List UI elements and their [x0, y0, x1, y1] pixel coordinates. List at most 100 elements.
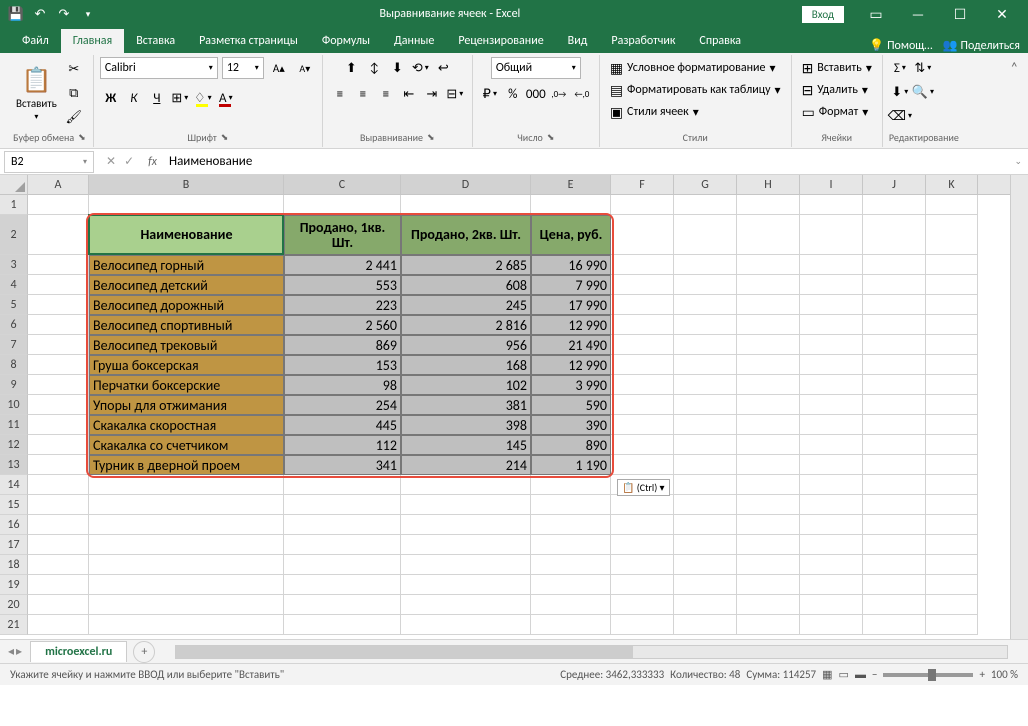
cell[interactable]	[28, 595, 89, 615]
cell[interactable]	[863, 395, 926, 415]
paste-options-button[interactable]: 📋 (Ctrl) ▾	[617, 479, 670, 496]
cell[interactable]	[611, 495, 674, 515]
share-button[interactable]: 👥 Поделиться	[943, 38, 1020, 53]
cell[interactable]: Цена, руб.	[531, 215, 611, 255]
cell[interactable]	[611, 255, 674, 275]
row-header[interactable]: 15	[0, 495, 28, 515]
font-expand-icon[interactable]: ⬊	[221, 132, 229, 143]
clear-icon[interactable]: ⌫	[889, 105, 911, 127]
cell[interactable]	[674, 415, 737, 435]
cell[interactable]	[800, 395, 863, 415]
cell[interactable]	[863, 555, 926, 575]
row-header[interactable]: 10	[0, 395, 28, 415]
cell[interactable]	[737, 195, 800, 215]
number-expand-icon[interactable]: ⬊	[547, 132, 555, 143]
cell[interactable]	[737, 295, 800, 315]
row-header[interactable]: 17	[0, 535, 28, 555]
cell[interactable]	[531, 495, 611, 515]
row-header[interactable]: 5	[0, 295, 28, 315]
cell[interactable]	[800, 615, 863, 635]
cell[interactable]	[737, 415, 800, 435]
cell[interactable]: Продано, 1кв. Шт.	[284, 215, 401, 255]
currency-icon[interactable]: ₽	[479, 83, 501, 105]
col-header[interactable]: F	[611, 175, 674, 194]
cell[interactable]	[863, 255, 926, 275]
row-header[interactable]: 13	[0, 455, 28, 475]
cell[interactable]: 12 990	[531, 315, 611, 335]
tab-help[interactable]: Справка	[687, 29, 753, 53]
cell[interactable]	[800, 535, 863, 555]
cell[interactable]: 145	[401, 435, 531, 455]
copy-icon[interactable]: ⧉	[63, 83, 85, 105]
cell[interactable]: Скакалка скоростная	[89, 415, 284, 435]
cell[interactable]	[28, 515, 89, 535]
align-right-icon[interactable]: ≡	[375, 83, 397, 105]
row-header[interactable]: 4	[0, 275, 28, 295]
cell[interactable]	[674, 395, 737, 415]
cell[interactable]	[863, 515, 926, 535]
cell[interactable]: 608	[401, 275, 531, 295]
cell[interactable]	[611, 355, 674, 375]
tab-layout[interactable]: Разметка страницы	[187, 29, 310, 53]
cell[interactable]	[401, 615, 531, 635]
delete-cells-button[interactable]: ⊟Удалить ▾	[798, 79, 872, 101]
cell[interactable]	[611, 415, 674, 435]
cell[interactable]	[611, 515, 674, 535]
cell[interactable]	[926, 315, 978, 335]
cell[interactable]: 2 816	[401, 315, 531, 335]
cell[interactable]: 341	[284, 455, 401, 475]
cell[interactable]	[926, 255, 978, 275]
cell[interactable]	[611, 455, 674, 475]
bold-icon[interactable]: Ж	[100, 87, 122, 109]
cell[interactable]	[737, 255, 800, 275]
cell[interactable]	[926, 595, 978, 615]
cell[interactable]: Велосипед горный	[89, 255, 284, 275]
cell[interactable]	[926, 195, 978, 215]
cell[interactable]: Перчатки боксерские	[89, 375, 284, 395]
align-left-icon[interactable]: ≡	[329, 83, 351, 105]
formula-input[interactable]: Наименование	[163, 154, 1008, 169]
cell[interactable]: Скакалка со счетчиком	[89, 435, 284, 455]
decrease-indent-icon[interactable]: ⇤	[398, 83, 420, 105]
cell[interactable]	[611, 335, 674, 355]
cell[interactable]	[284, 495, 401, 515]
cell[interactable]	[89, 595, 284, 615]
cell[interactable]	[89, 195, 284, 215]
cell[interactable]	[863, 435, 926, 455]
cell[interactable]	[611, 315, 674, 335]
border-icon[interactable]: ⊞	[169, 87, 191, 109]
cell[interactable]: Наименование	[89, 215, 284, 255]
cell[interactable]	[800, 315, 863, 335]
sheet-nav-prev-icon[interactable]: ◂	[8, 644, 14, 659]
cell[interactable]: Велосипед дорожный	[89, 295, 284, 315]
sort-filter-icon[interactable]: ⇅	[912, 57, 934, 79]
login-button[interactable]: Вход	[802, 6, 844, 23]
cell[interactable]	[89, 475, 284, 495]
increase-font-icon[interactable]: A▴	[268, 57, 290, 79]
cell[interactable]: 3 990	[531, 375, 611, 395]
view-page-layout-icon[interactable]: ▭	[839, 668, 849, 681]
cell[interactable]	[674, 195, 737, 215]
cell[interactable]	[926, 555, 978, 575]
cell[interactable]	[674, 515, 737, 535]
orientation-icon[interactable]: ⟲	[409, 57, 431, 79]
cell[interactable]	[531, 515, 611, 535]
cell[interactable]	[926, 395, 978, 415]
cell[interactable]	[737, 355, 800, 375]
cell[interactable]	[284, 595, 401, 615]
cell[interactable]	[926, 435, 978, 455]
zoom-in-icon[interactable]: +	[979, 668, 984, 681]
row-header[interactable]: 18	[0, 555, 28, 575]
cell[interactable]	[863, 415, 926, 435]
cell[interactable]	[926, 455, 978, 475]
cell[interactable]: 254	[284, 395, 401, 415]
add-sheet-icon[interactable]: +	[133, 641, 155, 663]
col-header[interactable]: B	[89, 175, 284, 194]
cell[interactable]	[863, 375, 926, 395]
cell[interactable]	[800, 355, 863, 375]
fill-icon[interactable]: ⬇	[889, 81, 911, 103]
cell[interactable]	[401, 515, 531, 535]
cell[interactable]	[531, 575, 611, 595]
maximize-icon[interactable]: ☐	[940, 0, 980, 28]
row-header[interactable]: 14	[0, 475, 28, 495]
